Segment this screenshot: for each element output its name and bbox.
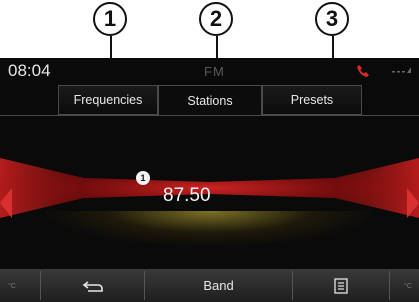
back-button[interactable] [40, 271, 144, 300]
callout-3: 3 [315, 2, 349, 36]
tab-frequencies[interactable]: Frequencies [58, 85, 158, 115]
right-temp-label: °C [404, 283, 412, 290]
band-button[interactable]: Band [144, 271, 292, 300]
signal-icon [392, 67, 411, 73]
band-button-label: Band [203, 278, 234, 293]
callout-1: 1 [93, 2, 127, 36]
tab-presets-label: Presets [290, 93, 334, 107]
next-station-arrow-icon[interactable] [407, 188, 419, 218]
back-arrow-icon [82, 280, 103, 292]
radio-screen: 08:04 FM Frequencies Stations Presets 1 … [0, 58, 419, 302]
left-temp-label: °C [8, 283, 16, 290]
callout-2: 2 [199, 2, 233, 36]
tab-bar: Frequencies Stations Presets [58, 85, 362, 115]
clock: 08:04 [8, 61, 51, 80]
tab-stations[interactable]: Stations [158, 85, 262, 115]
list-icon [334, 277, 348, 294]
callout-area: 1 2 3 [0, 0, 419, 86]
tab-stations-label: Stations [187, 93, 233, 108]
previous-station-arrow-icon[interactable] [0, 188, 12, 218]
tab-presets[interactable]: Presets [262, 85, 362, 115]
floor-glow [0, 211, 419, 271]
bottom-bar: °C Band °C [0, 269, 419, 302]
tab-frequencies-label: Frequencies [73, 93, 143, 107]
menu-button[interactable] [292, 271, 390, 300]
preset-badge: 1 [136, 171, 150, 185]
station-frequency: 87.50 [163, 185, 211, 206]
source-label: FM [204, 64, 225, 79]
status-bar: 08:04 FM [0, 58, 419, 88]
phone-icon [357, 65, 369, 77]
